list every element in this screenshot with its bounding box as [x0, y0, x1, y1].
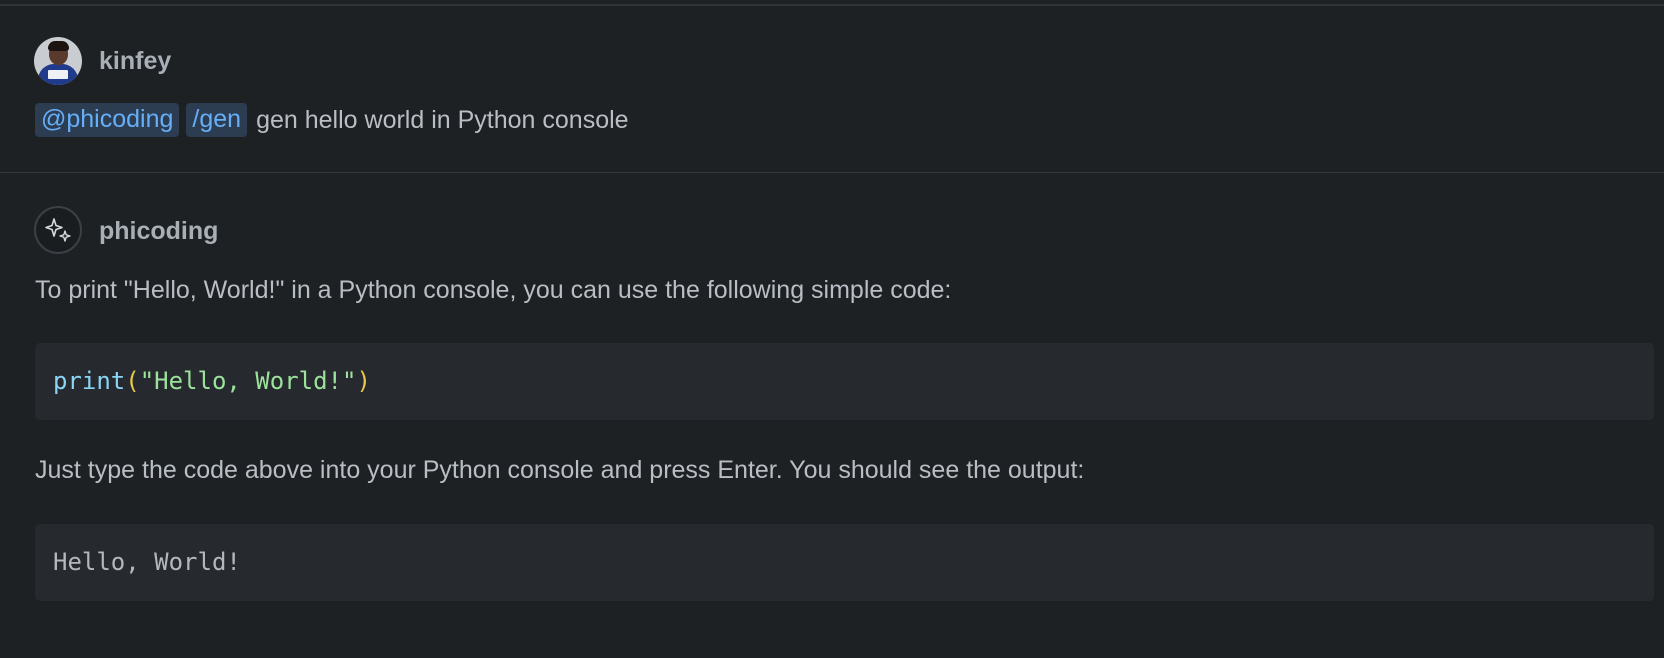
sparkle-icon — [45, 218, 71, 242]
code-open-paren: ( — [125, 367, 140, 395]
avatar-badge-shape — [48, 70, 68, 79]
user-name: kinfey — [99, 47, 172, 75]
user-avatar[interactable] — [34, 37, 82, 85]
output-block[interactable]: Hello, World! — [35, 524, 1654, 601]
assistant-avatar[interactable] — [34, 206, 82, 254]
response-intro: To print "Hello, World!" in a Python con… — [35, 276, 952, 304]
chat-panel: kinfey @phicoding /gen gen hello world i… — [0, 0, 1664, 658]
code-string-token: "Hello, World!" — [139, 367, 357, 395]
code-function-token: print — [53, 367, 126, 395]
slash-command-chip[interactable]: /gen — [186, 103, 248, 137]
code-block[interactable]: print("Hello, World!") — [35, 343, 1654, 420]
output-text: Hello, World! — [53, 548, 241, 576]
user-prompt: @phicoding /gen gen hello world in Pytho… — [35, 103, 629, 137]
agent-mention-chip[interactable]: @phicoding — [35, 103, 180, 137]
message-divider — [0, 172, 1664, 173]
prompt-text: gen hello world in Python console — [256, 105, 629, 134]
top-divider — [0, 4, 1664, 6]
avatar-hair-shape — [48, 41, 69, 51]
response-instruction: Just type the code above into your Pytho… — [35, 456, 1085, 484]
code-close-paren: ) — [356, 367, 371, 395]
assistant-name: phicoding — [99, 217, 219, 245]
